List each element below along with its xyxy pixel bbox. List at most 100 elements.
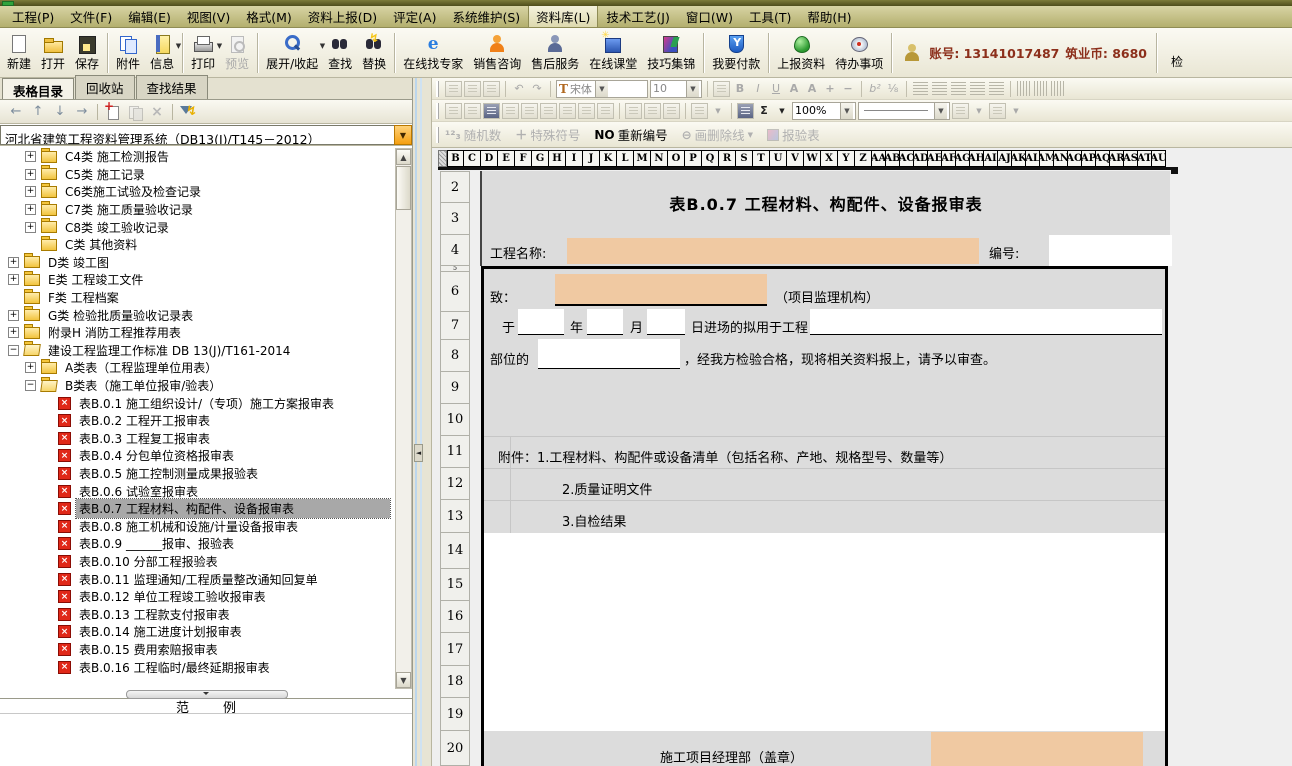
row-header-17[interactable]: 17 [440,633,470,666]
column-header-L[interactable]: L [617,150,634,167]
new-button[interactable]: 新建 [2,30,36,76]
row-header-16[interactable]: 16 [440,601,470,633]
column-header-AG[interactable]: AG [956,150,970,167]
column-header-H[interactable]: H [549,150,566,167]
new-node-button[interactable] [103,102,123,121]
collapse-icon[interactable]: − [25,380,36,391]
column-header-R[interactable]: R [719,150,736,167]
expand-icon[interactable]: + [25,169,36,180]
tree-item[interactable]: −建设工程监理工作标准 DB 13(J)/T161-2014 [0,342,394,360]
tree-item[interactable]: +E类 工程竣工文件 [0,271,394,289]
column-header-V[interactable]: V [787,150,804,167]
column-header-AP[interactable]: AP [1082,150,1096,167]
tab-form-catalog[interactable]: 表格目录 [2,78,74,99]
menu-文件(F)[interactable]: 文件(F) [62,5,120,28]
tree-item[interactable]: ×表B.0.3 工程复工报审表 [0,430,394,448]
column-header-AN[interactable]: AN [1054,150,1068,167]
year-field[interactable] [518,309,564,335]
find-button[interactable]: 查找 [323,30,357,76]
row-header-15[interactable]: 15 [440,569,470,601]
tips-button[interactable]: 技巧集锦 [642,30,700,76]
expand-icon[interactable]: + [25,186,36,197]
online-class-button[interactable]: 在线课堂 [584,30,642,76]
column-header-AB[interactable]: AB [886,150,900,167]
menu-帮助(H)[interactable]: 帮助(H) [799,5,859,28]
upload-data-button[interactable]: 上报资料 [772,30,830,76]
column-header-Z[interactable]: Z [855,150,872,167]
nav-forward[interactable]: → [72,102,92,121]
after-sales-button[interactable]: 售后服务 [526,30,584,76]
tree-item[interactable]: +D类 竣工图 [0,254,394,272]
tree-item[interactable]: ×表B.0.9 ______报审、报验表 [0,535,394,553]
expand-collapse-button[interactable]: 展开/收起▼ [261,30,323,76]
stamp-field[interactable] [931,732,1143,766]
form-blank-area[interactable] [484,533,1165,731]
chevron-down-icon[interactable]: ▼ [394,125,412,145]
copy-node-button[interactable] [125,102,145,121]
expand-icon[interactable]: + [8,257,19,268]
tree-item[interactable]: +A类表（工程监理单位用表） [0,359,394,377]
column-header-Y[interactable]: Y [838,150,855,167]
menu-格式(M)[interactable]: 格式(M) [238,5,300,28]
menu-系统维护(S)[interactable]: 系统维护(S) [444,5,528,28]
column-header-AK[interactable]: AK [1012,150,1026,167]
row-header-2[interactable]: 2 [440,171,470,203]
column-header-AU[interactable]: AU [1152,150,1166,167]
info-button[interactable]: 信息▼ [145,30,179,76]
column-header-AF[interactable]: AF [942,150,956,167]
collapse-icon[interactable]: − [8,345,19,356]
column-header-K[interactable]: K [600,150,617,167]
row-header-4[interactable]: 4 [440,235,470,266]
column-header-AO[interactable]: AO [1068,150,1082,167]
row-header-18[interactable]: 18 [440,666,470,698]
row-header-8[interactable]: 8 [440,340,470,372]
tree-item[interactable]: F类 工程档案 [0,289,394,307]
column-header-AS[interactable]: AS [1124,150,1138,167]
column-header-AH[interactable]: AH [970,150,984,167]
column-header-M[interactable]: M [634,150,651,167]
column-header-B[interactable]: B [447,150,464,167]
row-header-19[interactable]: 19 [440,698,470,731]
column-header-P[interactable]: P [685,150,702,167]
tree-item[interactable]: +C6类施工试验及检查记录 [0,183,394,201]
column-header-AR[interactable]: AR [1110,150,1124,167]
column-header-U[interactable]: U [770,150,787,167]
sales-consult-button[interactable]: 销售咨询 [468,30,526,76]
save-button[interactable]: 保存 [70,30,104,76]
zoom-select[interactable]: 100%▼ [792,102,856,120]
column-header-G[interactable]: G [532,150,549,167]
online-expert-button[interactable]: e在线找专家 [398,30,468,76]
tree-item[interactable]: ×表B.0.4 分包单位资格报审表 [0,447,394,465]
expand-icon[interactable]: + [25,362,36,373]
vertical-splitter[interactable]: ◄ [413,78,432,766]
menu-工程(P)[interactable]: 工程(P) [4,5,62,28]
scroll-up-icon[interactable]: ▲ [396,149,411,165]
menu-视图(V)[interactable]: 视图(V) [179,5,238,28]
expand-icon[interactable]: + [25,222,36,233]
nav-back[interactable]: ← [6,102,26,121]
tree-item[interactable]: ×表B.0.13 工程款支付报审表 [0,605,394,623]
chevron-down-icon[interactable]: ▼ [176,42,181,50]
month-field[interactable] [587,309,623,335]
nav-up[interactable]: ↑ [28,102,48,121]
standard-select[interactable]: 河北省建筑工程资料管理系统（DB13(J)/T145－2012） ▼ [0,124,412,146]
expand-icon[interactable]: + [8,327,19,338]
column-header-C[interactable]: C [464,150,481,167]
expand-icon[interactable]: + [8,274,19,285]
row-header-3[interactable]: 3 [440,203,470,235]
pay-button[interactable]: 我要付款 [707,30,765,76]
tree-item[interactable]: ×表B.0.10 分部工程报验表 [0,553,394,571]
column-header-O[interactable]: O [668,150,685,167]
panel-collapse-handle[interactable] [0,690,412,698]
tree-item[interactable]: ×表B.0.6 试验室报审表 [0,482,394,500]
menu-资料库(L)[interactable]: 资料库(L) [528,5,598,28]
menu-工具(T)[interactable]: 工具(T) [741,5,799,28]
tree-item[interactable]: ×表B.0.7 工程材料、构配件、设备报审表 [0,500,394,518]
todo-button[interactable]: 待办事项 [830,30,888,76]
nav-down[interactable]: ↓ [50,102,70,121]
tree-item[interactable]: +C4类 施工检测报告 [0,148,394,166]
tree-scrollbar[interactable]: ▲ ▼ [395,148,412,689]
tree-item[interactable]: ×表B.0.15 费用索赔报审表 [0,641,394,659]
filter-button[interactable] [178,102,198,121]
tree-item[interactable]: ×表B.0.2 工程开工报审表 [0,412,394,430]
